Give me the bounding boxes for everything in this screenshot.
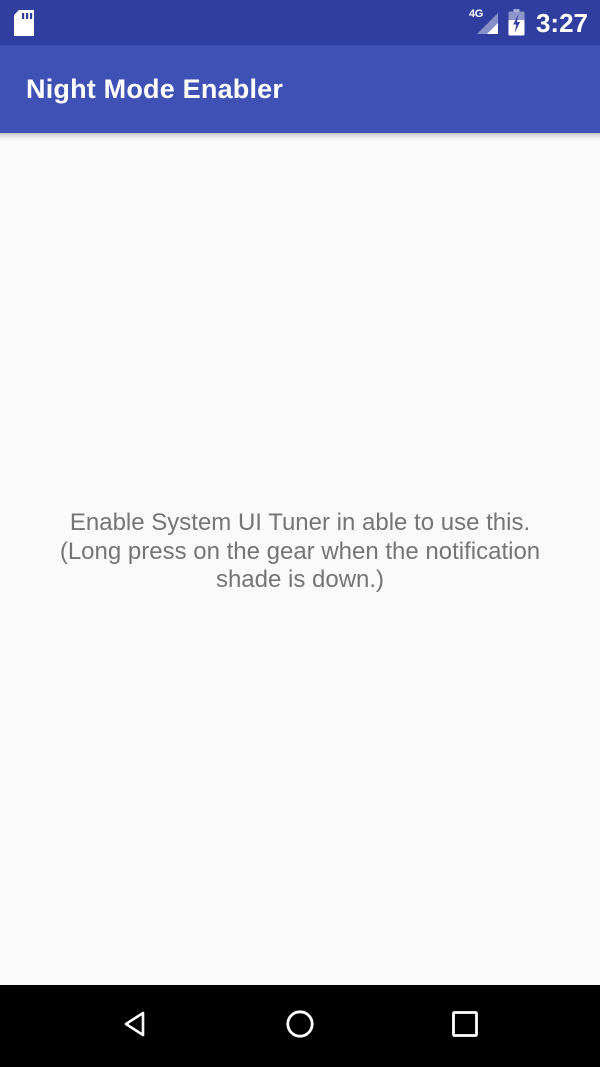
nav-back-button[interactable] <box>81 985 191 1067</box>
status-bar-left-icons <box>14 9 34 36</box>
network-type-label: 4G <box>468 7 484 20</box>
status-message-text: Enable System UI Tuner in able to use th… <box>59 509 541 594</box>
signal-4g-icon: 4G <box>468 7 499 36</box>
app-bar-title: Night Mode Enabler <box>26 73 284 104</box>
status-bar-right-icons: 4G 3:27 <box>468 7 588 38</box>
status-bar: 4G 3:27 <box>0 0 600 45</box>
battery-charging-icon <box>508 9 525 36</box>
app-bar-shadow <box>0 133 600 141</box>
android-screen: 4G 3:27 Night Mode Enabler Enable System… <box>0 0 600 1067</box>
back-triangle-icon <box>119 1007 153 1046</box>
sd-card-icon <box>14 9 34 36</box>
home-circle-icon <box>283 1007 317 1046</box>
content-area: Enable System UI Tuner in able to use th… <box>0 133 600 985</box>
nav-recents-button[interactable] <box>410 985 520 1067</box>
recents-square-icon <box>448 1007 482 1046</box>
navigation-bar <box>0 985 600 1067</box>
nav-home-button[interactable] <box>245 985 355 1067</box>
app-bar: Night Mode Enabler <box>0 45 600 133</box>
status-bar-clock: 3:27 <box>535 7 588 38</box>
